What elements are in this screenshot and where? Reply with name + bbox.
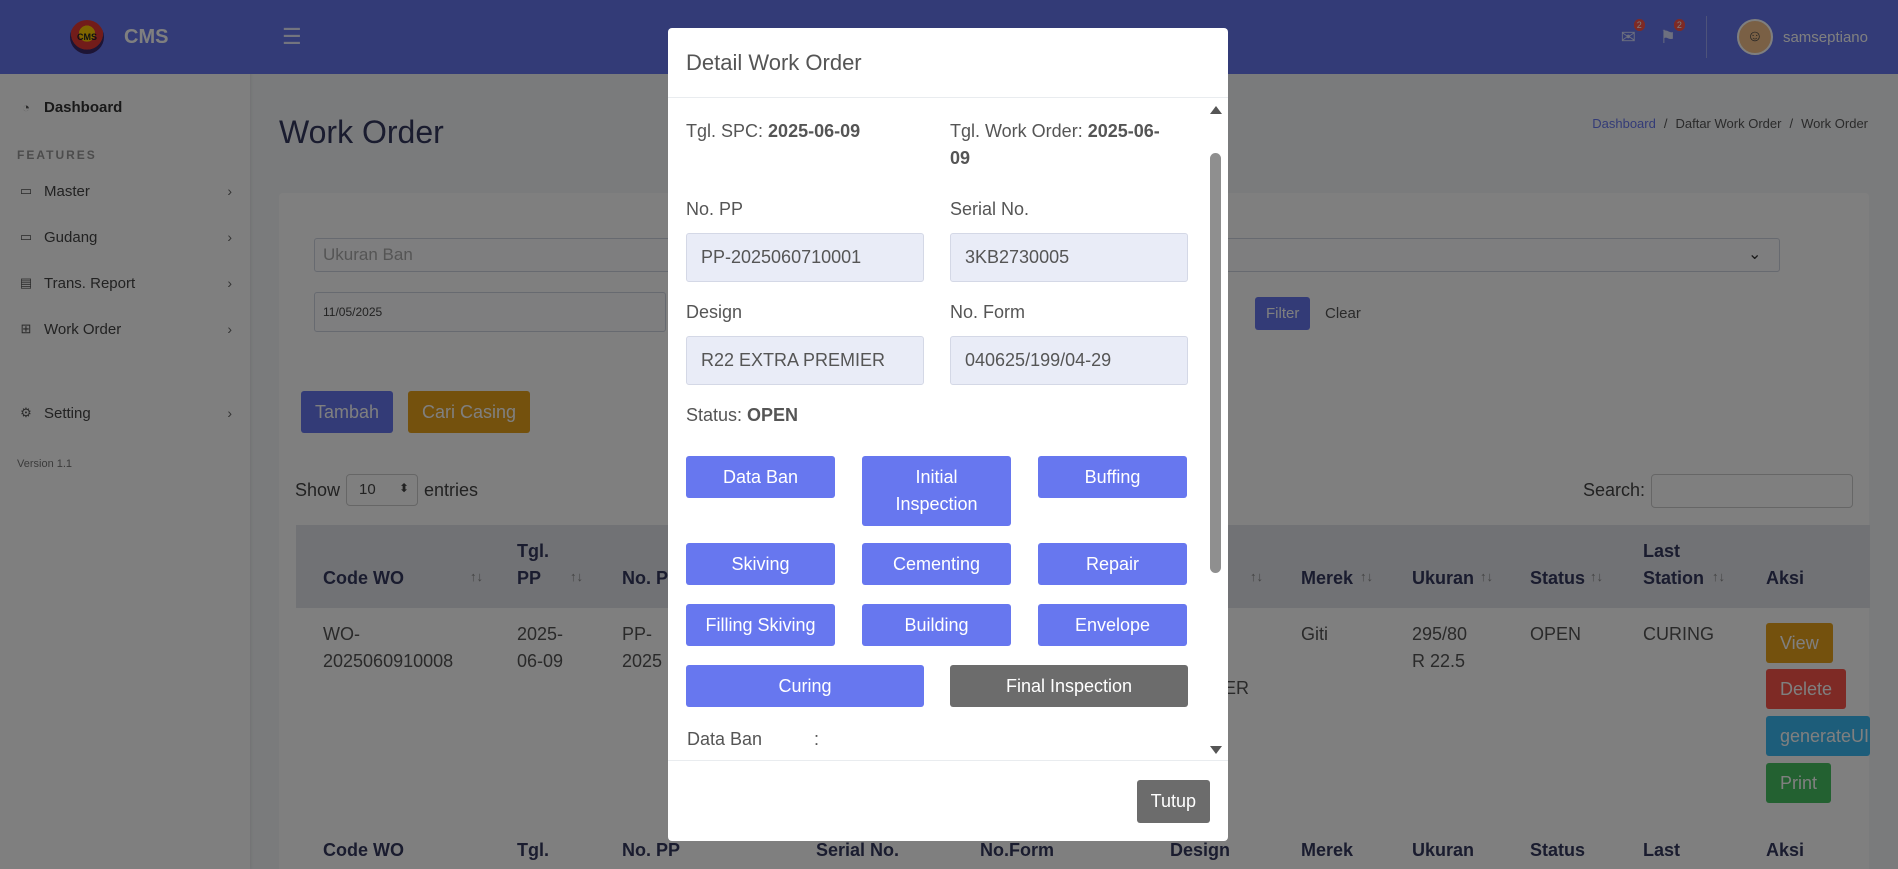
modal-title: Detail Work Order (668, 28, 1228, 98)
data-ban-section-colon: : (814, 729, 820, 749)
station-final-inspection-button[interactable]: Final Inspection (950, 665, 1188, 707)
serial-label: Serial No. (950, 199, 1030, 219)
station-skiving-button[interactable]: Skiving (686, 543, 835, 585)
close-button[interactable]: Tutup (1136, 780, 1210, 823)
status-text: Status: OPEN (686, 405, 799, 425)
tgl-spc: Tgl. SPC: 2025-06-09 (686, 121, 861, 141)
station-cementing-button[interactable]: Cementing (862, 543, 1011, 585)
station-curing-button[interactable]: Curing (686, 665, 924, 707)
detail-work-order-modal: Detail Work Order Tgl. SPC: 2025-06-09 T… (668, 28, 1228, 841)
no-pp-label: No. PP (686, 199, 744, 219)
serial-field[interactable]: 3KB2730005 (950, 233, 1188, 282)
station-filling-skiving-button[interactable]: Filling Skiving (686, 604, 835, 646)
design-label: Design (686, 302, 743, 322)
modal-scrollbar[interactable] (1207, 98, 1224, 760)
modal-footer: Tutup (668, 760, 1228, 841)
station-data-ban-button[interactable]: Data Ban (686, 456, 835, 498)
form-field[interactable]: 040625/199/04-29 (950, 336, 1188, 385)
tgl-work-order: Tgl. Work Order: 2025-06- 09 (950, 121, 1160, 168)
data-ban-section-label: Data Ban (687, 729, 763, 749)
station-repair-button[interactable]: Repair (1038, 543, 1187, 585)
scroll-thumb[interactable] (1210, 153, 1221, 573)
station-initial-inspection-button[interactable]: Initial Inspection (862, 456, 1011, 526)
station-building-button[interactable]: Building (862, 604, 1011, 646)
scroll-down-icon[interactable] (1210, 746, 1222, 754)
station-envelope-button[interactable]: Envelope (1038, 604, 1187, 646)
modal-body: Tgl. SPC: 2025-06-09 Tgl. Work Order: 20… (668, 98, 1228, 760)
design-field[interactable]: R22 EXTRA PREMIER (686, 336, 924, 385)
form-label: No. Form (950, 302, 1026, 322)
station-buffing-button[interactable]: Buffing (1038, 456, 1187, 498)
scroll-up-icon[interactable] (1210, 106, 1222, 114)
no-pp-field[interactable]: PP-2025060710001 (686, 233, 924, 282)
